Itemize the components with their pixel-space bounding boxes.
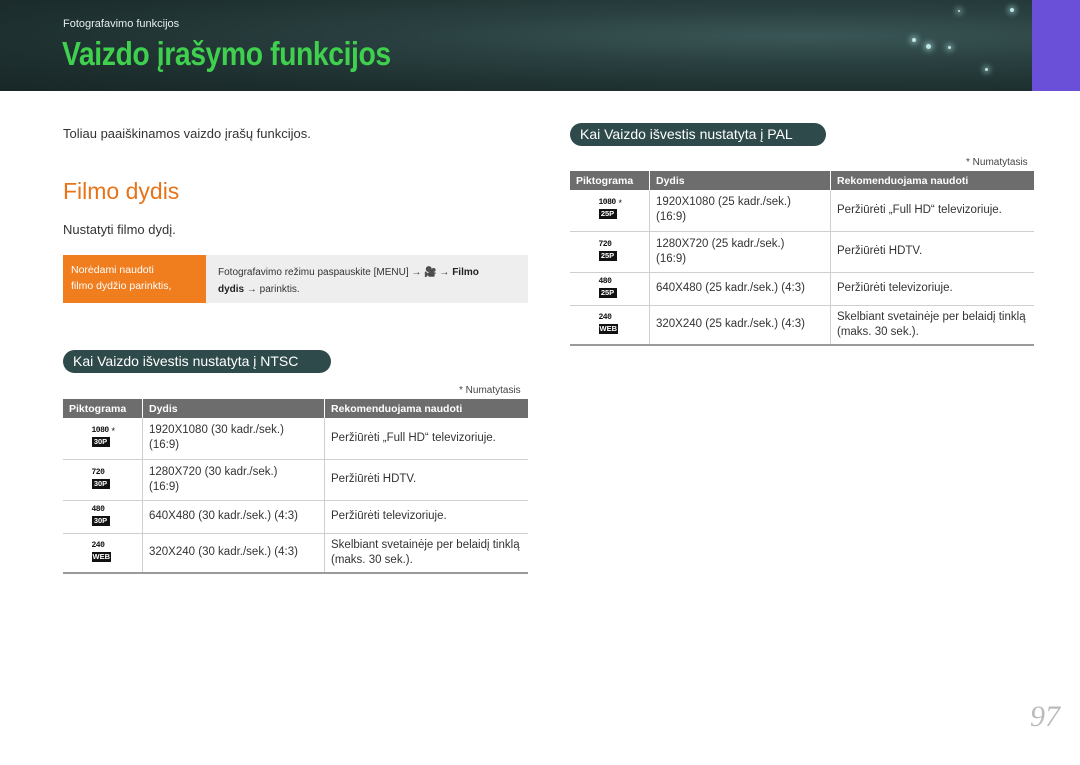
howto-box: Norėdami naudoti filmo dydžio parinktis,…	[63, 255, 528, 303]
ntsc-heading: Kai Vaizdo išvestis nustatyta į NTSC	[63, 350, 331, 373]
intro-text: Toliau paaiškinamos vaizdo įrašų funkcij…	[63, 126, 311, 141]
breadcrumb: Fotografavimo funkcijos	[63, 18, 180, 30]
ntsc-default-note: * Numatytasis	[459, 385, 521, 396]
resolution-1080-icon: 1080 25P *	[598, 198, 623, 220]
resolution-1080-icon: 1080 30P *	[91, 426, 116, 448]
howto-text-part3: → parinktis.	[244, 284, 300, 295]
icon-cell: 240 WEB	[570, 305, 650, 346]
use-cell: Peržiūrėti HDTV.	[324, 459, 528, 501]
resolution-720-icon: 720 30P	[89, 468, 117, 492]
use-cell: Peržiūrėti televizoriuje.	[324, 500, 528, 534]
use-cell: Peržiūrėti „Full HD“ televizoriuje.	[830, 190, 1034, 232]
howto-label-line1: Norėdami naudoti	[71, 264, 154, 276]
column-header: Dydis	[649, 171, 831, 190]
howto-text-part1: Fotografavimo režimu paspauskite [MENU] …	[218, 267, 425, 278]
size-cell: 320X240 (30 kadr./sek.) (4:3)	[142, 533, 325, 574]
sparkle-decoration	[912, 38, 916, 42]
howto-text-part2: →	[436, 267, 453, 278]
column-header: Rekomenduojama naudoti	[830, 171, 1034, 190]
howto-instructions: Fotografavimo režimu paspauskite [MENU] …	[218, 264, 523, 298]
table-row: 240 WEB 320X240 (25 kadr./sek.) (4:3) Ske…	[570, 305, 1034, 346]
instruction-text: Nustatyti filmo dydį.	[63, 222, 176, 237]
size-cell: 1280X720 (25 kadr./sek.) (16:9)	[649, 231, 831, 273]
sparkle-decoration	[1010, 8, 1014, 12]
size-cell: 1920X1080 (30 kadr./sek.) (16:9)	[142, 418, 325, 460]
icon-cell: 1080 25P *	[570, 190, 650, 232]
use-cell: Peržiūrėti televizoriuje.	[830, 272, 1034, 306]
table-row: 240 WEB 320X240 (30 kadr./sek.) (4:3) Ske…	[63, 533, 528, 574]
icon-cell: 720 30P	[63, 459, 143, 501]
ntsc-table: Piktograma Dydis Rekomenduojama naudoti …	[63, 399, 528, 574]
table-row: 480 25P 640X480 (25 kadr./sek.) (4:3) Per…	[570, 272, 1034, 306]
size-cell: 320X240 (25 kadr./sek.) (4:3)	[649, 305, 831, 346]
use-cell: Peržiūrėti „Full HD“ televizoriuje.	[324, 418, 528, 460]
icon-cell: 240 WEB	[63, 533, 143, 574]
menu-item-dydis: dydis	[218, 284, 245, 295]
table-header-row: Piktograma Dydis Rekomenduojama naudoti	[570, 171, 1034, 190]
pal-table: Piktograma Dydis Rekomenduojama naudoti …	[570, 171, 1034, 346]
sparkle-decoration	[926, 44, 931, 49]
size-cell: 640X480 (30 kadr./sek.) (4:3)	[142, 500, 325, 534]
resolution-480-icon: 480 25P	[596, 277, 624, 301]
icon-cell: 480 25P	[570, 272, 650, 306]
table-row: 480 30P 640X480 (30 kadr./sek.) (4:3) Per…	[63, 500, 528, 534]
resolution-240-web-icon: 240 WEB	[91, 540, 111, 562]
table-row: 1080 25P * 1920X1080 (25 kadr./sek.) (16:9)…	[570, 190, 1034, 232]
table-row: 720 30P 1280X720 (30 kadr./sek.) (16:9) Pe…	[63, 459, 528, 501]
sparkle-decoration	[958, 10, 960, 12]
column-header: Piktograma	[570, 171, 650, 190]
howto-label-line2: filmo dydžio parinktis,	[71, 280, 172, 292]
table-row: 1080 30P * 1920X1080 (30 kadr./sek.) (16:9)…	[63, 418, 528, 460]
use-cell: Peržiūrėti HDTV.	[830, 231, 1034, 273]
chapter-tab-accent	[1032, 0, 1080, 91]
size-cell: 640X480 (25 kadr./sek.) (4:3)	[649, 272, 831, 306]
sparkle-decoration	[985, 68, 988, 71]
resolution-240-web-icon: 240 WEB	[598, 312, 618, 334]
menu-item-filmo: Filmo	[452, 267, 479, 278]
icon-cell: 480 30P	[63, 500, 143, 534]
howto-label: Norėdami naudoti filmo dydžio parinktis,	[63, 255, 206, 303]
page-header: Fotografavimo funkcijos Vaizdo įrašymo f…	[0, 0, 1032, 91]
column-header: Piktograma	[63, 399, 143, 418]
movie-camera-icon: 🎥	[424, 267, 437, 278]
page-title: Vaizdo įrašymo funkcijos	[62, 35, 391, 72]
sparkle-decoration	[948, 46, 951, 49]
icon-cell: 1080 30P *	[63, 418, 143, 460]
resolution-480-icon: 480 30P	[89, 505, 117, 529]
pal-heading: Kai Vaizdo išvestis nustatyta į PAL	[570, 123, 826, 146]
use-cell: Skelbiant svetainėje per belaidį tinklą …	[324, 533, 528, 574]
icon-cell: 720 25P	[570, 231, 650, 273]
column-header: Dydis	[142, 399, 325, 418]
size-cell: 1280X720 (30 kadr./sek.) (16:9)	[142, 459, 325, 501]
pal-default-note: * Numatytasis	[966, 157, 1028, 168]
table-row: 720 25P 1280X720 (25 kadr./sek.) (16:9) Pe…	[570, 231, 1034, 273]
page-number: 97	[1030, 700, 1060, 733]
use-cell: Skelbiant svetainėje per belaidį tinklą …	[830, 305, 1034, 346]
section-title: Filmo dydis	[63, 178, 180, 204]
resolution-720-icon: 720 25P	[596, 240, 624, 264]
table-header-row: Piktograma Dydis Rekomenduojama naudoti	[63, 399, 528, 418]
column-header: Rekomenduojama naudoti	[324, 399, 528, 418]
size-cell: 1920X1080 (25 kadr./sek.) (16:9)	[649, 190, 831, 232]
